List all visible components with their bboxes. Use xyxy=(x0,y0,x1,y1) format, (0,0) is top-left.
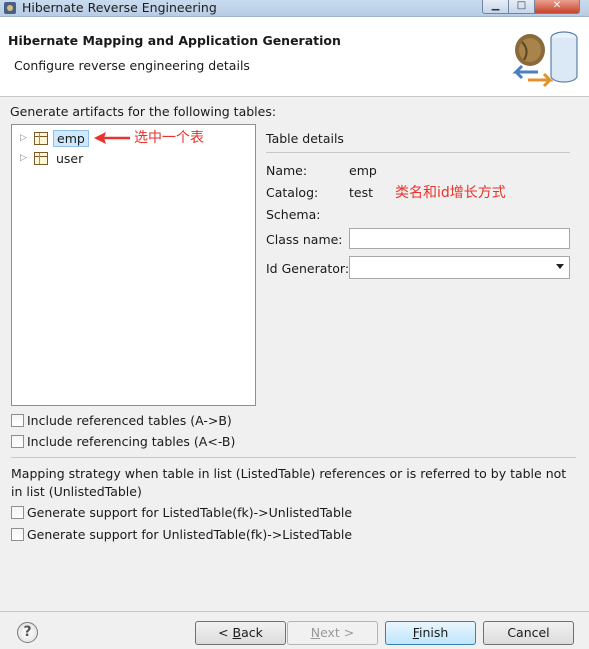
id-generator-select[interactable] xyxy=(349,256,570,279)
next-rest: ext > xyxy=(320,625,355,640)
next-button[interactable]: Next > xyxy=(287,621,378,645)
database-wizard-icon xyxy=(512,31,578,88)
section-divider xyxy=(11,457,576,458)
name-label: Name: xyxy=(266,163,308,178)
tree-expand-icon[interactable]: ▷ xyxy=(20,133,30,143)
chevron-down-icon[interactable] xyxy=(556,264,564,269)
listed-to-unlisted-checkbox[interactable] xyxy=(11,506,24,519)
back-mnemonic: B xyxy=(232,625,242,640)
details-divider xyxy=(266,152,570,153)
finish-rest: inish xyxy=(418,625,449,640)
class-name-input[interactable] xyxy=(349,228,570,249)
wizard-title: Hibernate Mapping and Application Genera… xyxy=(8,33,341,48)
close-button[interactable]: ✕ xyxy=(534,0,580,14)
include-referencing-label: Include referencing tables (A<-B) xyxy=(27,434,236,449)
id-generator-label: Id Generator: xyxy=(266,261,350,276)
finish-button[interactable]: Finish xyxy=(385,621,476,645)
include-referencing-checkbox[interactable] xyxy=(11,435,24,448)
window-title: Hibernate Reverse Engineering xyxy=(22,0,217,15)
tree-expand-icon[interactable]: ▷ xyxy=(20,153,30,163)
tree-item-label: user xyxy=(56,150,84,166)
next-mnemonic: N xyxy=(310,625,321,640)
include-referencing-option[interactable]: Include referencing tables (A<-B) xyxy=(11,434,235,449)
include-referenced-option[interactable]: Include referenced tables (A->B) xyxy=(11,413,232,428)
tables-section-label: Generate artifacts for the following tab… xyxy=(10,104,277,119)
back-button[interactable]: < Back xyxy=(195,621,286,645)
annotation-class-id: 类名和id增长方式 xyxy=(395,185,506,201)
back-rest: ack xyxy=(241,625,263,640)
window-titlebar[interactable]: Hibernate Reverse Engineering ▁ □ ✕ xyxy=(0,0,589,17)
name-value: emp xyxy=(349,163,377,178)
tree-item-emp[interactable]: ▷ emp xyxy=(20,129,89,147)
tables-tree[interactable]: ▷ emp ▷ user xyxy=(11,124,256,406)
include-referenced-label: Include referenced tables (A->B) xyxy=(27,413,232,428)
wizard-subtitle: Configure reverse engineering details xyxy=(14,58,250,73)
tree-item-label: emp xyxy=(53,129,89,147)
mapping-strategy-text: Mapping strategy when table in list (Lis… xyxy=(11,466,567,499)
help-icon[interactable]: ? xyxy=(17,622,38,643)
unlisted-to-listed-option[interactable]: Generate support for UnlistedTable(fk)->… xyxy=(11,527,352,542)
catalog-label: Catalog: xyxy=(266,185,319,200)
table-details-title: Table details xyxy=(266,131,344,146)
listed-to-unlisted-label: Generate support for ListedTable(fk)->Un… xyxy=(27,505,353,520)
eclipse-app-icon xyxy=(4,2,16,14)
button-bar-divider xyxy=(0,611,589,612)
include-referenced-checkbox[interactable] xyxy=(11,414,24,427)
unlisted-to-listed-label: Generate support for UnlistedTable(fk)->… xyxy=(27,527,353,542)
back-prefix: < xyxy=(218,625,233,640)
annotation-select-table: 选中一个表 xyxy=(134,130,204,146)
minimize-button[interactable]: ▁ xyxy=(482,0,509,14)
unlisted-to-listed-checkbox[interactable] xyxy=(11,528,24,541)
class-name-label: Class name: xyxy=(266,232,343,247)
cancel-button[interactable]: Cancel xyxy=(483,621,574,645)
table-icon xyxy=(34,131,48,145)
tree-item-user[interactable]: ▷ user xyxy=(20,149,86,167)
listed-to-unlisted-option[interactable]: Generate support for ListedTable(fk)->Un… xyxy=(11,505,352,520)
table-icon xyxy=(34,151,48,165)
wizard-header: Hibernate Mapping and Application Genera… xyxy=(0,17,589,97)
catalog-value: test xyxy=(349,185,374,200)
maximize-button[interactable]: □ xyxy=(508,0,535,14)
schema-label: Schema: xyxy=(266,207,321,222)
annotation-arrow-icon xyxy=(94,132,130,144)
